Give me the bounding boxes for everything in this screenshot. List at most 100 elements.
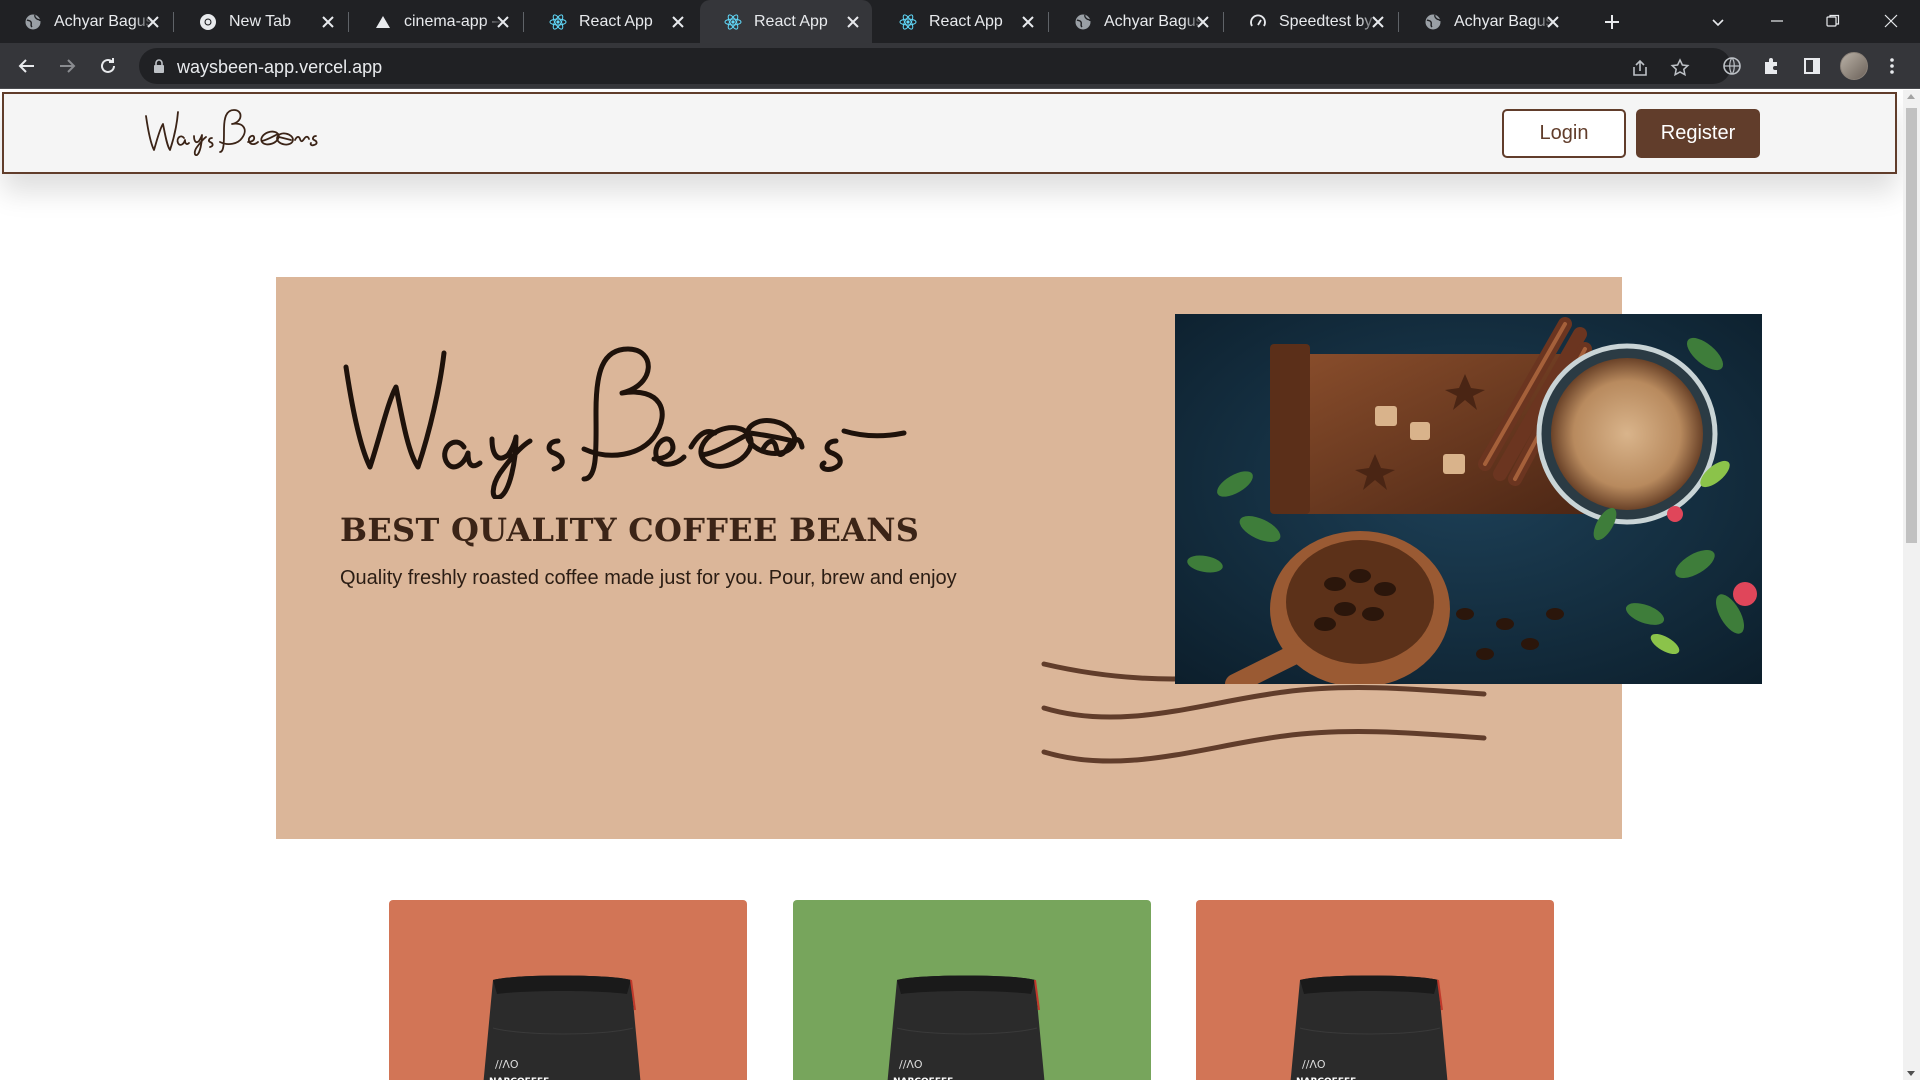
close-icon	[322, 16, 334, 28]
forward-button[interactable]	[53, 52, 81, 80]
svg-text://ΛO: //ΛO	[1302, 1058, 1326, 1071]
login-button[interactable]: Login	[1502, 109, 1626, 158]
restore-icon	[1826, 14, 1840, 27]
share-button[interactable]	[1629, 57, 1651, 79]
minimize-icon	[1771, 20, 1783, 22]
brand-logo[interactable]	[140, 102, 340, 162]
arrow-right-icon	[60, 59, 76, 73]
new-tab-button[interactable]	[1598, 8, 1626, 36]
browser-tab[interactable]: React App	[525, 0, 697, 43]
scroll-down-arrow-icon[interactable]	[1907, 1071, 1915, 1076]
globe-icon	[1424, 13, 1442, 31]
tab-close-button[interactable]	[844, 13, 862, 31]
tab-title: Speedtest by	[1279, 12, 1373, 30]
restore-button[interactable]	[1816, 6, 1850, 36]
site-navbar: Login Register	[2, 92, 1897, 174]
tab-title: Achyar Bagus	[54, 12, 154, 30]
tab-close-button[interactable]	[494, 13, 512, 31]
close-icon	[1197, 16, 1209, 28]
tab-separator	[173, 12, 174, 32]
tab-title: New Tab	[229, 12, 291, 30]
plus-icon	[1605, 15, 1619, 29]
close-icon	[672, 16, 684, 28]
close-icon	[497, 16, 509, 28]
hero-brand-logo	[343, 346, 907, 499]
close-icon	[1547, 16, 1559, 28]
kebab-menu-icon	[1890, 58, 1894, 74]
back-button[interactable]	[13, 52, 41, 80]
browser-tab[interactable]: React App	[875, 0, 1047, 43]
browser-toolbar: waysbeen-app.vercel.app	[0, 43, 1920, 89]
tab-title: React App	[579, 12, 653, 30]
tab-title: Achyar Bagus	[1454, 12, 1554, 30]
arrow-left-icon	[18, 59, 34, 73]
globe-icon	[1723, 57, 1741, 75]
globe-icon	[24, 13, 42, 31]
coffee-bag-image: //ΛONARCOFFEEWE ARE NOT DEALERS	[1290, 975, 1448, 1080]
lock-icon	[154, 59, 164, 73]
react-icon	[899, 13, 917, 31]
tab-title: Achyar Bagus	[1104, 12, 1204, 30]
vpn-extension-button[interactable]	[1720, 54, 1744, 78]
tab-close-button[interactable]	[1019, 13, 1037, 31]
browser-tab[interactable]: Achyar Bagus	[1050, 0, 1222, 43]
profile-avatar[interactable]	[1840, 52, 1868, 80]
close-window-button[interactable]	[1874, 6, 1908, 36]
tab-close-button[interactable]	[669, 13, 687, 31]
browser-tab[interactable]: New Tab	[175, 0, 347, 43]
tab-search-button[interactable]	[1706, 10, 1730, 34]
svg-text://ΛO: //ΛO	[495, 1058, 519, 1071]
tab-close-button[interactable]	[319, 13, 337, 31]
tab-close-button[interactable]	[1544, 13, 1562, 31]
tab-close-button[interactable]	[144, 13, 162, 31]
reload-button[interactable]	[94, 52, 122, 80]
side-panel-icon	[1804, 58, 1820, 74]
close-icon	[1372, 16, 1384, 28]
browser-tab[interactable]: Achyar Bagus	[0, 0, 172, 43]
browser-menu-button[interactable]	[1880, 54, 1904, 78]
tab-separator	[348, 12, 349, 32]
product-card[interactable]: //ΛONARCOFFEEWE ARE NOT DEALERS	[793, 900, 1151, 1080]
browser-tab[interactable]: Achyar Bagus	[1400, 0, 1572, 43]
globe-icon	[1074, 13, 1092, 31]
tab-title: React App	[754, 12, 828, 30]
tab-close-button[interactable]	[1369, 13, 1387, 31]
scroll-up-arrow-icon[interactable]	[1907, 94, 1915, 99]
page-scrollbar[interactable]	[1903, 90, 1920, 1080]
scrollbar-thumb[interactable]	[1906, 108, 1917, 543]
extensions-button[interactable]	[1760, 54, 1784, 78]
browser-tab[interactable]: cinema-app –	[350, 0, 522, 43]
hero-coffee-image	[1175, 314, 1762, 684]
page-viewport: Login Register BEST QUALITY COFFEE BEANS…	[0, 90, 1903, 1080]
browser-tab[interactable]: React App	[700, 0, 872, 43]
tab-separator	[1223, 12, 1224, 32]
hero-title: BEST QUALITY COFFEE BEANS	[340, 511, 920, 549]
hero-subtitle: Quality freshly roasted coffee made just…	[340, 567, 957, 589]
register-button[interactable]: Register	[1636, 109, 1760, 158]
chevron-down-icon	[1712, 19, 1724, 27]
tab-title: React App	[929, 12, 1003, 30]
address-bar[interactable]: waysbeen-app.vercel.app	[139, 48, 1731, 84]
side-panel-button[interactable]	[1800, 54, 1824, 78]
browser-tab[interactable]: Speedtest by	[1225, 0, 1397, 43]
product-card[interactable]: //ΛONARCOFFEEWE ARE NOT DEALERS	[389, 900, 747, 1080]
react-icon	[549, 13, 567, 31]
close-icon	[147, 16, 159, 28]
close-icon	[1022, 16, 1034, 28]
chrome-icon	[199, 13, 217, 31]
browser-tab-bar: Achyar Bagus New Tab cinema-app – React App…	[0, 0, 1920, 43]
speedtest-icon	[1249, 13, 1267, 31]
bookmark-button[interactable]	[1669, 57, 1691, 79]
tab-separator	[1048, 12, 1049, 32]
url-text: waysbeen-app.vercel.app	[177, 57, 383, 77]
close-icon	[1884, 14, 1898, 28]
tab-title: cinema-app –	[404, 12, 501, 30]
share-icon	[1633, 59, 1647, 76]
coffee-bag-image: //ΛONARCOFFEEWE ARE NOT DEALERS	[483, 975, 641, 1080]
tab-separator	[523, 12, 524, 32]
coffee-bag-image: //ΛONARCOFFEEWE ARE NOT DEALERS	[887, 975, 1045, 1080]
minimize-button[interactable]	[1760, 6, 1794, 36]
tab-separator	[1398, 12, 1399, 32]
product-card[interactable]: //ΛONARCOFFEEWE ARE NOT DEALERS	[1196, 900, 1554, 1080]
tab-close-button[interactable]	[1194, 13, 1212, 31]
